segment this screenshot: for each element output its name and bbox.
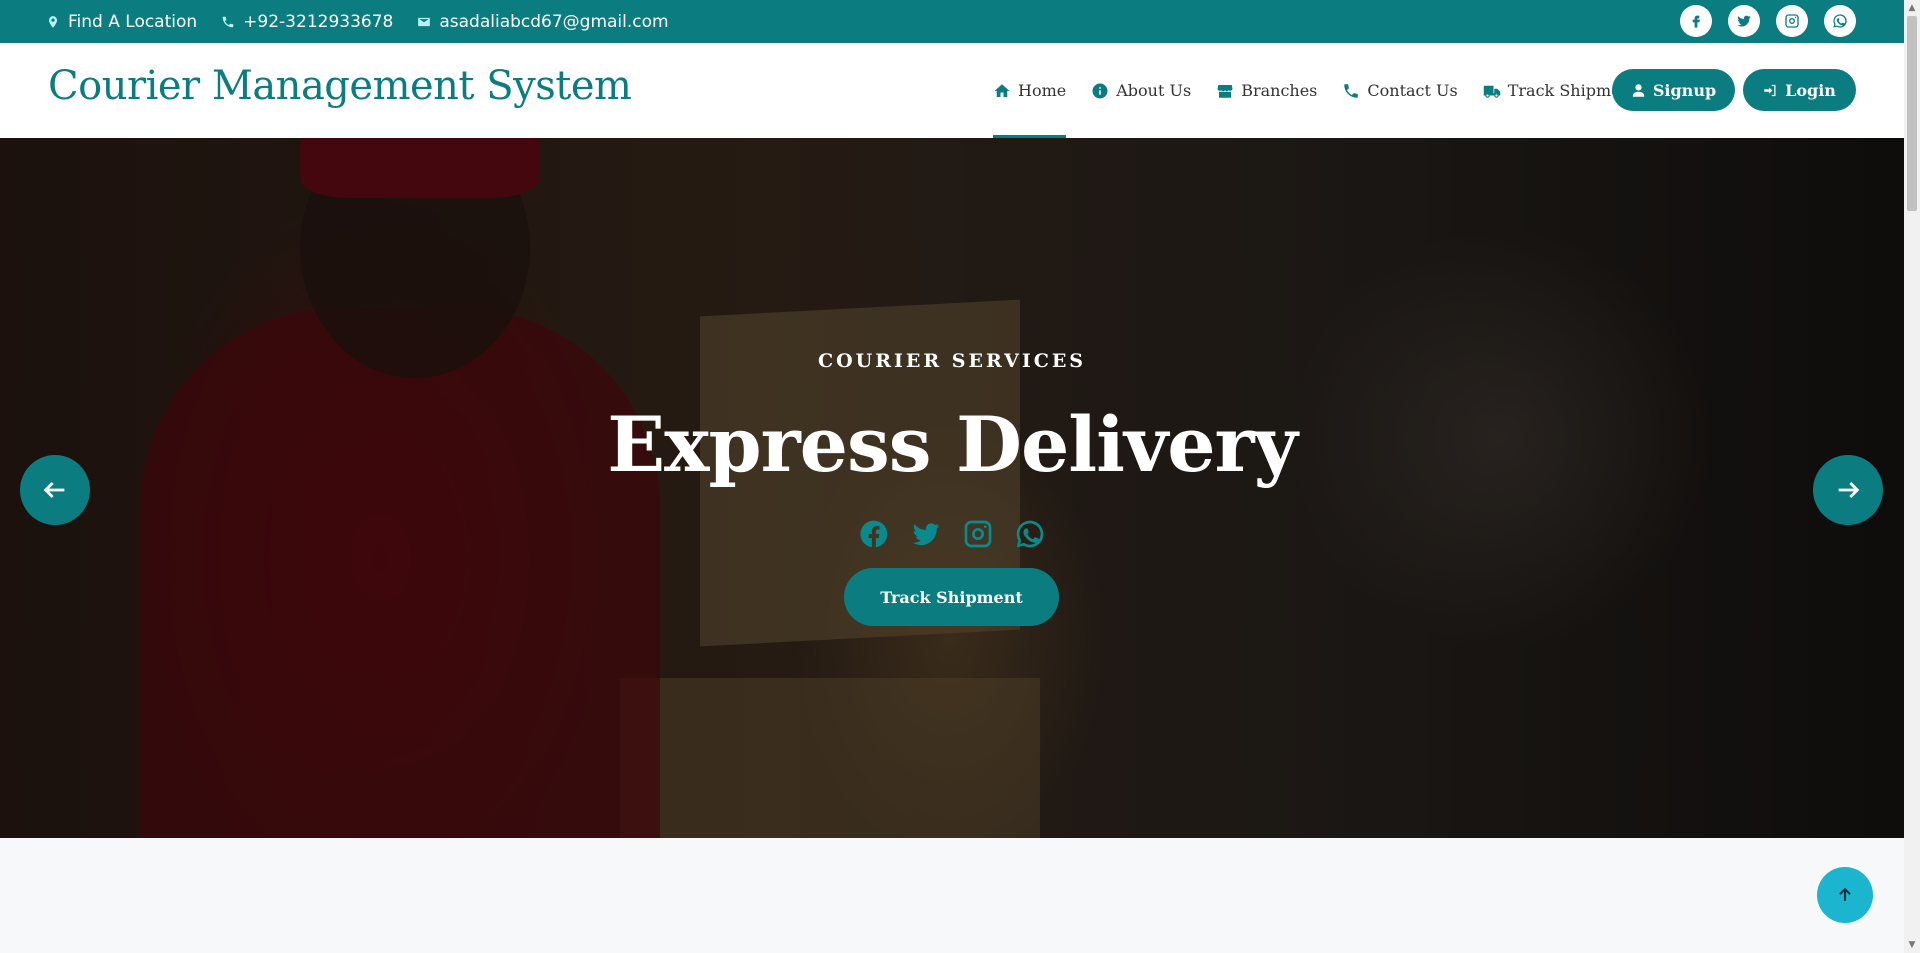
arrow-up-icon (1839, 887, 1851, 901)
nav-item-label: About Us (1116, 81, 1192, 100)
location-text: Find A Location (68, 11, 198, 32)
track-shipment-button[interactable]: Track Shipment (844, 568, 1059, 626)
sign-in-icon (1764, 84, 1776, 96)
home-icon (994, 83, 1010, 97)
email-link[interactable]: asadaliabcd67@gmail.com (417, 11, 669, 32)
instagram-link[interactable] (1776, 5, 1808, 37)
facebook-icon (1692, 15, 1700, 28)
envelope-icon (418, 17, 431, 26)
page-scrollbar[interactable]: ▲ ▼ (1904, 0, 1920, 953)
phone-icon (1344, 83, 1359, 98)
nav-item-label: Contact Us (1367, 81, 1458, 100)
top-social-links (1680, 5, 1856, 37)
phone-text: +92-3212933678 (243, 11, 394, 32)
hero-title: Express Delivery (607, 400, 1298, 489)
brand-logo-text[interactable]: Courier Management System (48, 63, 632, 109)
phone-icon (222, 16, 234, 27)
facebook-icon[interactable] (858, 518, 890, 550)
carousel-prev-button[interactable] (20, 455, 90, 525)
nav-item-label: Branches (1241, 81, 1318, 100)
nav-item-about[interactable]: About Us (1091, 43, 1191, 138)
signup-button[interactable]: Signup (1612, 69, 1735, 111)
auth-buttons: Signup Login (1612, 69, 1856, 111)
instagram-icon (1785, 14, 1799, 28)
whatsapp-icon[interactable] (1014, 518, 1046, 550)
top-info-bar: Find A Location +92-3212933678 asadaliab… (0, 0, 1904, 43)
hero-subtitle: COURIER SERVICES (817, 350, 1087, 372)
login-button[interactable]: Login (1743, 69, 1856, 111)
scroll-up-arrow-icon[interactable]: ▲ (1904, 0, 1920, 16)
phone-link[interactable]: +92-3212933678 (221, 12, 393, 32)
nav-menu: Home About Us Branches Contact Us Track … (993, 43, 1637, 138)
contact-info: Find A Location +92-3212933678 asadaliab… (46, 0, 669, 43)
truck-icon (1483, 85, 1500, 98)
whatsapp-link[interactable] (1824, 5, 1856, 37)
scroll-down-arrow-icon[interactable]: ▼ (1904, 937, 1920, 953)
location-link[interactable]: Find A Location (46, 12, 197, 32)
arrow-right-icon (1838, 482, 1860, 498)
back-to-top-button[interactable] (1817, 867, 1873, 923)
store-icon (1217, 84, 1233, 98)
twitter-icon (1737, 15, 1751, 27)
login-label: Login (1785, 80, 1836, 100)
carousel-next-button[interactable] (1813, 455, 1883, 525)
nav-item-label: Home (1018, 81, 1067, 100)
whatsapp-icon (1833, 14, 1847, 28)
main-navbar: Courier Management System Home About Us … (0, 43, 1904, 138)
twitter-link[interactable] (1728, 5, 1760, 37)
info-icon (1092, 83, 1108, 98)
signup-label: Signup (1652, 80, 1717, 100)
hero-social-links (858, 518, 1046, 550)
nav-item-contact[interactable]: Contact Us (1342, 43, 1458, 138)
instagram-icon[interactable] (962, 518, 994, 550)
hero-carousel: COURIER SERVICES Express Delivery Track … (0, 138, 1904, 838)
twitter-icon[interactable] (910, 518, 942, 550)
email-text: asadaliabcd67@gmail.com (439, 11, 669, 32)
scrollbar-thumb[interactable] (1907, 16, 1917, 211)
nav-item-home[interactable]: Home (993, 43, 1067, 138)
nav-item-branches[interactable]: Branches (1216, 43, 1317, 138)
facebook-link[interactable] (1680, 5, 1712, 37)
arrow-left-icon (43, 482, 65, 498)
user-icon (1632, 83, 1644, 97)
map-pin-icon (48, 15, 58, 28)
